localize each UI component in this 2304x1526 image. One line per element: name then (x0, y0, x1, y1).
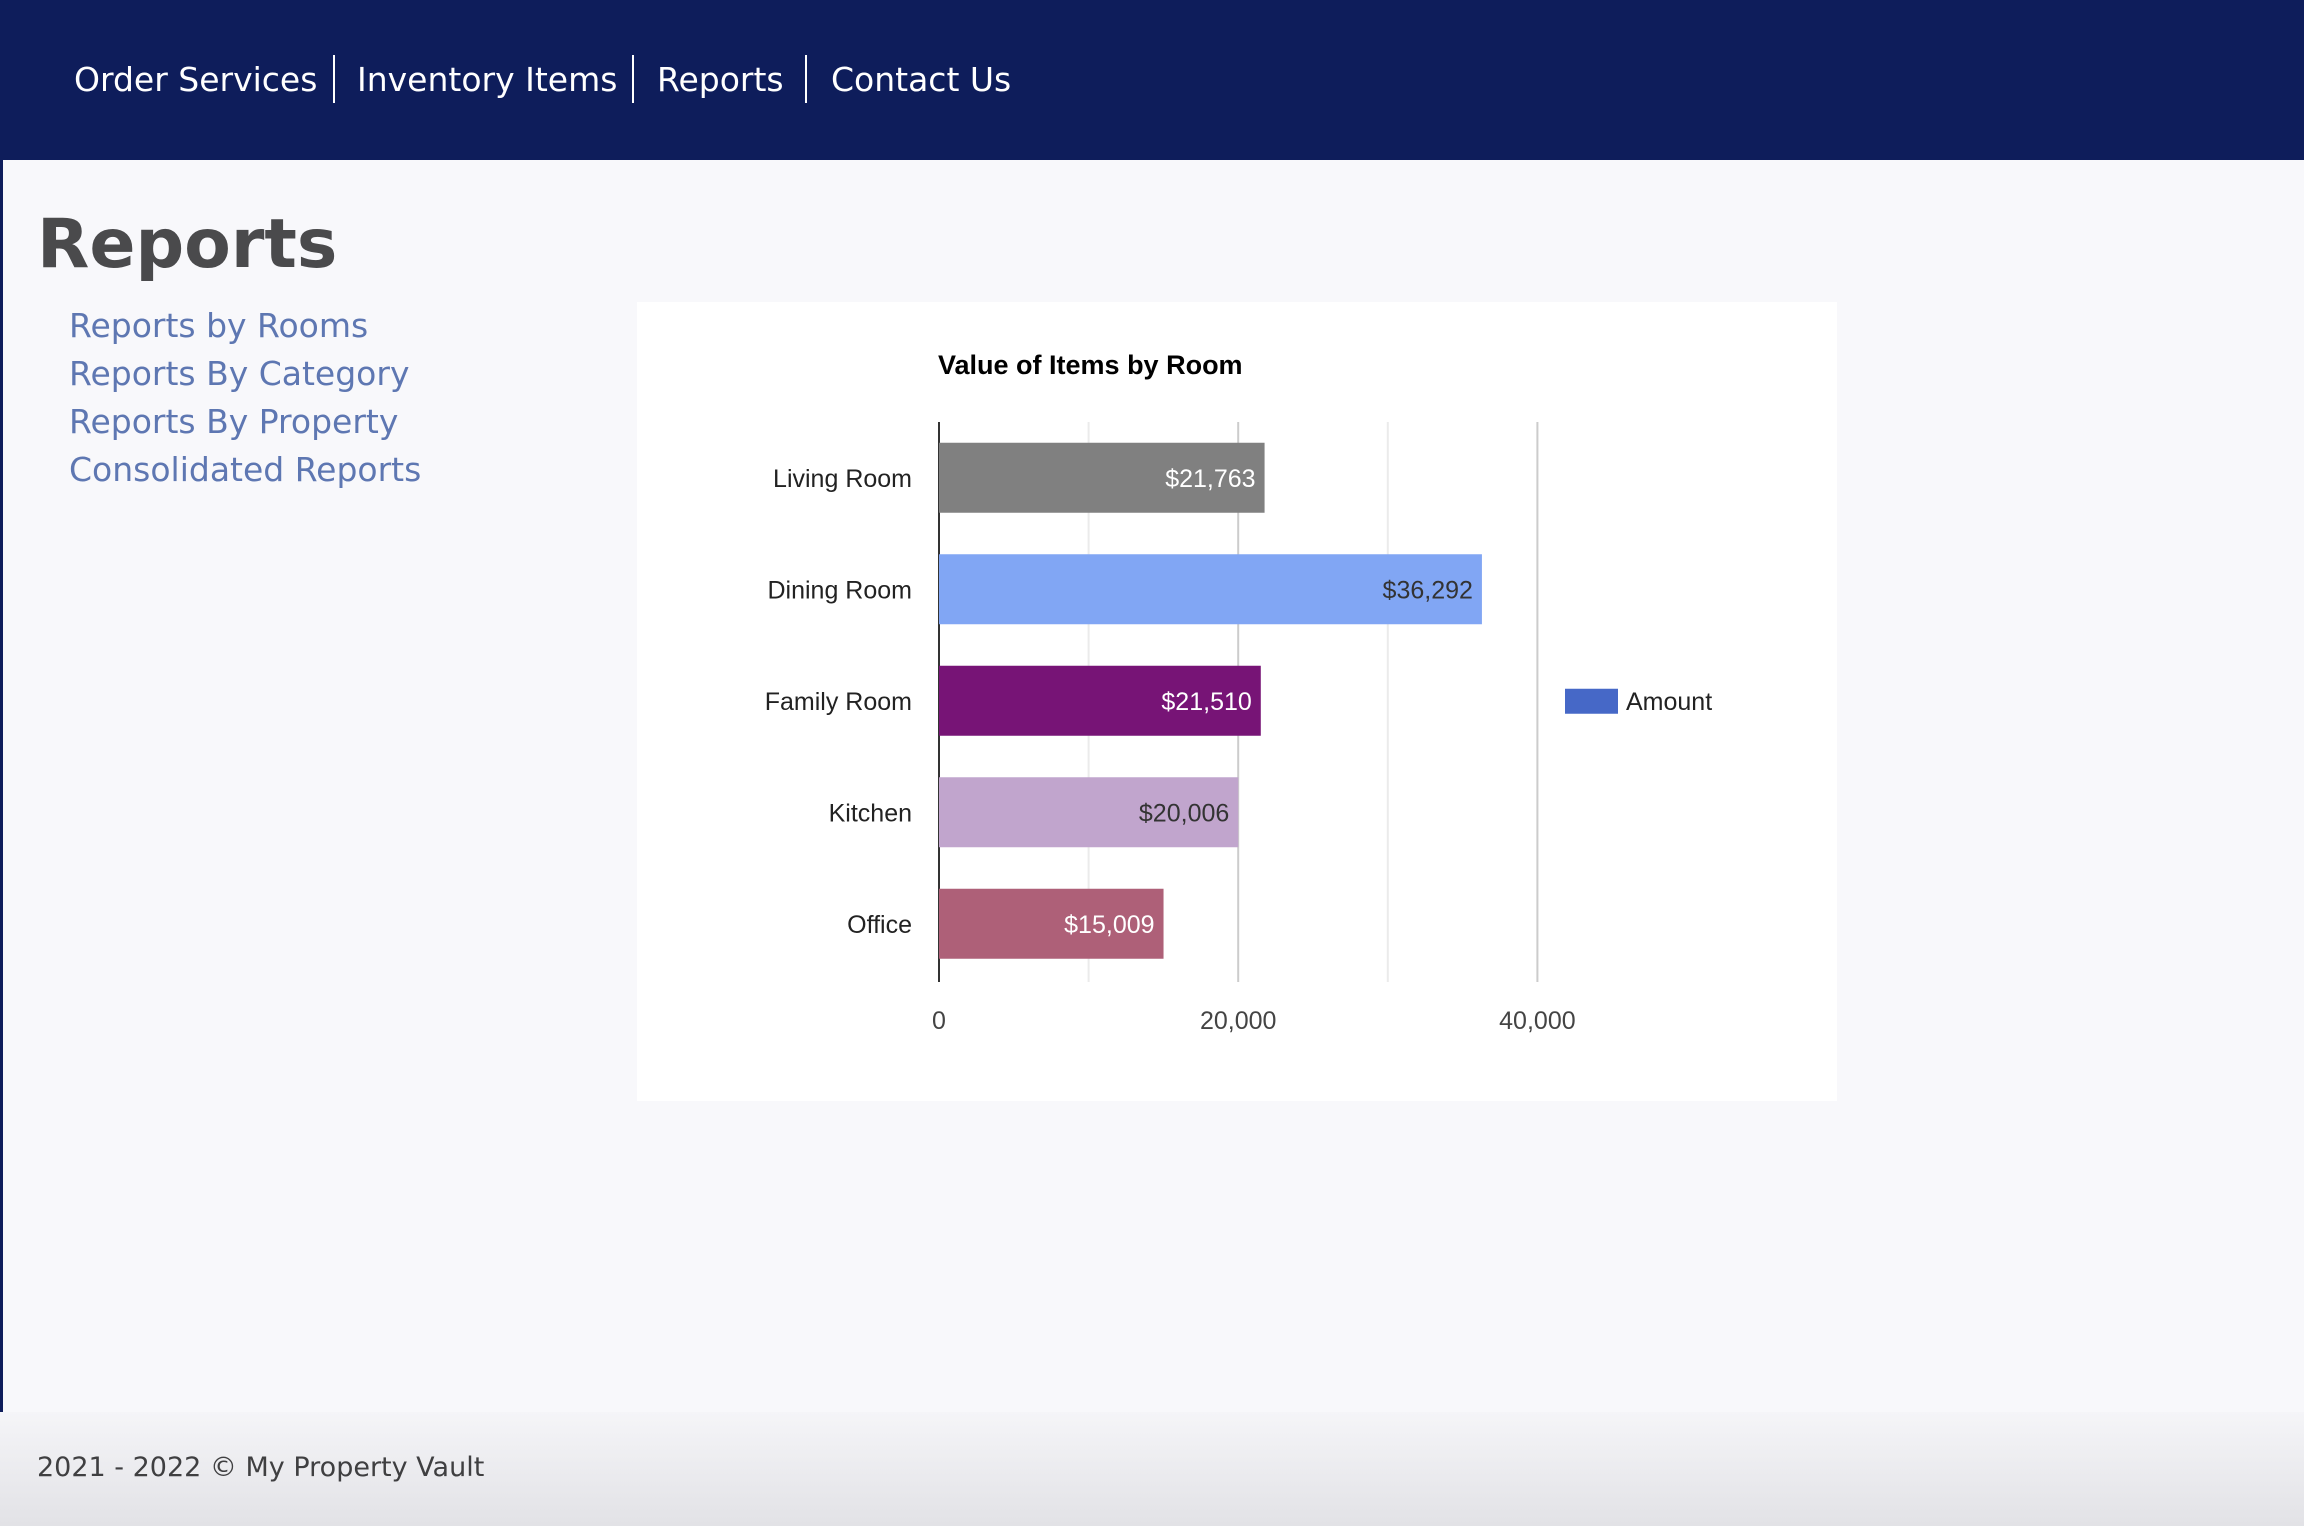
link-reports-by-rooms[interactable]: Reports by Rooms (69, 304, 368, 348)
bar-chart: 0 20,000 40,000 Living Room $21,763 Dining Ro… (765, 350, 1712, 1035)
bar-data-label: $21,763 (1165, 465, 1255, 493)
link-reports-by-property[interactable]: Reports By Property (69, 400, 398, 444)
category-label: Kitchen (829, 799, 912, 827)
left-edge-border (0, 160, 3, 1526)
page-title: Reports (37, 205, 338, 284)
nav-inventory-items[interactable]: Inventory Items (357, 54, 617, 106)
nav-reports[interactable]: Reports (657, 54, 784, 106)
category-label: Dining Room (767, 576, 912, 604)
x-tick-label: 0 (932, 1007, 946, 1035)
footer-copyright: 2021 - 2022 © My Property Vault (37, 1452, 485, 1483)
category-label: Office (847, 911, 912, 939)
x-tick-label: 40,000 (1499, 1007, 1575, 1035)
nav-divider (805, 55, 807, 103)
bar-data-label: $36,292 (1383, 576, 1473, 604)
legend-swatch (1565, 688, 1618, 714)
nav-contact-us[interactable]: Contact Us (831, 54, 1011, 106)
nav-divider (333, 55, 335, 103)
category-label: Family Room (765, 688, 912, 716)
category-label: Living Room (773, 465, 912, 493)
bar-data-label: $15,009 (1064, 911, 1154, 939)
link-reports-by-category[interactable]: Reports By Category (69, 352, 409, 396)
x-tick-label: 20,000 (1200, 1007, 1276, 1035)
nav-order-services[interactable]: Order Services (74, 54, 317, 106)
bar-data-label: $20,006 (1139, 799, 1229, 827)
chart-card: 0 20,000 40,000 Living Room $21,763 Dining Ro… (637, 302, 1837, 1101)
legend-label: Amount (1626, 688, 1712, 716)
bar-data-label: $21,510 (1161, 688, 1251, 716)
top-navbar: Order Services Inventory Items Reports C… (0, 0, 2304, 160)
chart-title: Value of Items by Room (938, 350, 1243, 380)
nav-divider (632, 55, 634, 103)
link-consolidated-reports[interactable]: Consolidated Reports (69, 448, 421, 492)
